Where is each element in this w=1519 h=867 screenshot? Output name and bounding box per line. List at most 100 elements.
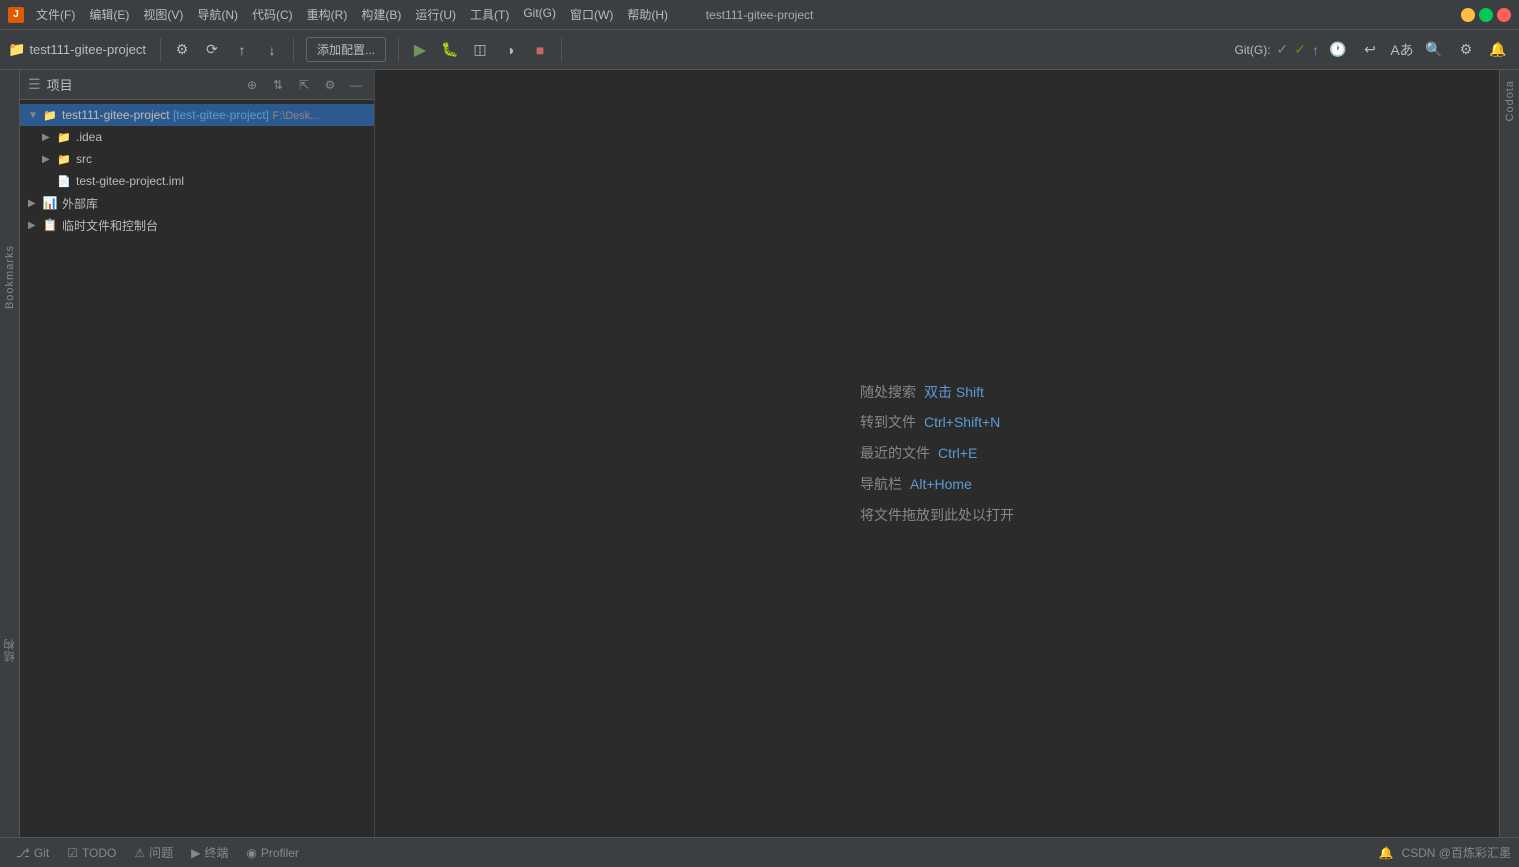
toolbar-separator-3 (398, 38, 399, 62)
toolbar-translate-icon[interactable]: Aあ (1389, 37, 1415, 63)
terminal-tab-label: 终端 (204, 844, 228, 861)
hint-label-recent: 最近的文件 (860, 438, 930, 469)
git-status: Git(G): ✓ ✓ ↑ 🕐 ↩ Aあ 🔍 ⚙ 🔔 (1235, 37, 1511, 63)
scratch-item-name: 临时文件和控制台 (62, 217, 374, 234)
toolbar-up-icon[interactable]: ↑ (229, 37, 255, 63)
profiler-tab-icon: ◉ (246, 846, 256, 860)
bottom-right-info: 🔔 CSDN @百炼彩汇墨 (1379, 844, 1511, 861)
project-panel-title: 项目 (47, 75, 236, 94)
menu-tools[interactable]: 工具(T) (464, 4, 515, 25)
codota-label[interactable]: Codota (1502, 76, 1518, 125)
tree-item-scratch[interactable]: ▶ 📋 临时文件和控制台 (20, 214, 374, 236)
panel-scroll-icon[interactable]: ⇅ (268, 75, 288, 95)
tree-item-idea[interactable]: ▶ 📁 .idea (20, 126, 374, 148)
terminal-tab-icon: ▶ (191, 846, 200, 860)
window-controls: _ □ ✕ (1461, 8, 1511, 22)
panel-add-icon[interactable]: ⊕ (242, 75, 262, 95)
problems-tab-icon: ⚠ (134, 846, 145, 860)
toolbar-sync-icon[interactable]: ⟳ (199, 37, 225, 63)
hint-row-goto: 转到文件 Ctrl+Shift+N (860, 407, 1014, 438)
git-check-icon: ✓ (1277, 41, 1289, 58)
menu-navigate[interactable]: 导航(N) (191, 4, 244, 25)
menu-edit[interactable]: 编辑(E) (83, 4, 135, 25)
toolbar-undo-icon[interactable]: ↩ (1357, 37, 1383, 63)
tree-root-item[interactable]: ▼ 📁 test111-gitee-project [test-gitee-pr… (20, 104, 374, 126)
panel-settings-icon[interactable]: ⚙ (320, 75, 340, 95)
toolbar-search-icon[interactable]: 🔍 (1421, 37, 1447, 63)
tree-item-external-libs[interactable]: ▶ 📊 外部库 (20, 192, 374, 214)
git-check2-icon: ✓ (1294, 41, 1306, 58)
root-folder-icon: 📁 (42, 107, 58, 123)
event-log-icon: 🔔 (1379, 846, 1394, 860)
add-config-button[interactable]: 添加配置... (306, 37, 386, 62)
bookmarks-label[interactable]: Bookmarks (4, 245, 16, 309)
toolbar-run-icon[interactable]: ▶ (407, 37, 433, 63)
toolbar-separator-2 (293, 38, 294, 62)
project-panel: ☰ 项目 ⊕ ⇅ ⇱ ⚙ — ▼ 📁 test111-gitee-project… (20, 70, 375, 837)
structure-label[interactable]: 结构 (2, 638, 18, 662)
minimize-button[interactable]: _ (1461, 8, 1475, 22)
menu-build[interactable]: 构建(B) (355, 4, 407, 25)
toolbar-profiler-icon[interactable]: ◑ (497, 37, 523, 63)
root-arrow-icon: ▼ (28, 110, 42, 121)
right-side-panel: Codota (1499, 70, 1519, 837)
panel-close-icon[interactable]: — (346, 75, 366, 95)
menu-file[interactable]: 文件(F) (30, 4, 81, 25)
git-push-icon: ↑ (1312, 42, 1319, 58)
idea-arrow-icon: ▶ (42, 132, 56, 143)
bottom-bar: ⎇ Git ☑ TODO ⚠ 问题 ▶ 终端 ◉ Profiler 🔔 CSDN… (0, 837, 1519, 867)
hint-key-goto: Ctrl+Shift+N (924, 407, 1000, 438)
toolbar-settings-icon[interactable]: ⚙ (169, 37, 195, 63)
editor-area: 随处搜索 双击 Shift 转到文件 Ctrl+Shift+N 最近的文件 Ct… (375, 70, 1499, 837)
iml-item-name: test-gitee-project.iml (76, 174, 374, 188)
extlibs-arrow-icon: ▶ (28, 198, 42, 209)
hint-label-navbar: 导航栏 (860, 469, 902, 500)
src-folder-icon: 📁 (56, 151, 72, 167)
menu-view[interactable]: 视图(V) (137, 4, 189, 25)
toolbar-coverage-icon[interactable]: ◫ (467, 37, 493, 63)
toolbar-down-icon[interactable]: ↓ (259, 37, 285, 63)
panel-collapse-icon[interactable]: ⇱ (294, 75, 314, 95)
hint-label-goto: 转到文件 (860, 407, 916, 438)
toolbar-notification-icon[interactable]: 🔔 (1485, 37, 1511, 63)
title-bar: J 文件(F) 编辑(E) 视图(V) 导航(N) 代码(C) 重构(R) 构建… (0, 0, 1519, 30)
bottom-tab-todo[interactable]: ☑ TODO (59, 844, 124, 862)
menu-git[interactable]: Git(G) (517, 4, 562, 25)
src-item-name: src (76, 152, 374, 166)
app-icon: J (8, 7, 24, 23)
menu-run[interactable]: 运行(U) (409, 4, 462, 25)
profiler-tab-label: Profiler (261, 846, 299, 860)
menu-refactor[interactable]: 重构(R) (301, 4, 354, 25)
hint-row-drag: 将文件拖放到此处以打开 (860, 500, 1014, 531)
todo-tab-label: TODO (82, 846, 116, 860)
toolbar: 📁 test111-gitee-project ⚙ ⟳ ↑ ↓ 添加配置... … (0, 30, 1519, 70)
hint-row-search: 随处搜索 双击 Shift (860, 377, 1014, 408)
bottom-tab-terminal[interactable]: ▶ 终端 (183, 842, 236, 863)
menu-code[interactable]: 代码(C) (246, 4, 299, 25)
menu-window[interactable]: 窗口(W) (564, 4, 619, 25)
hint-row-navbar: 导航栏 Alt+Home (860, 469, 1014, 500)
bottom-tab-problems[interactable]: ⚠ 问题 (126, 842, 181, 863)
window-title: test111-gitee-project (706, 8, 814, 22)
toolbar-gear-icon[interactable]: ⚙ (1453, 37, 1479, 63)
bottom-tab-git[interactable]: ⎇ Git (8, 844, 57, 862)
left-side-panel: Bookmarks 结构 (0, 70, 20, 837)
toolbar-stop-icon[interactable]: ■ (527, 37, 553, 63)
tree-item-src[interactable]: ▶ 📁 src (20, 148, 374, 170)
tree-item-iml[interactable]: 📄 test-gitee-project.iml (20, 170, 374, 192)
problems-tab-label: 问题 (149, 844, 173, 861)
maximize-button[interactable]: □ (1479, 8, 1493, 22)
project-panel-header: ☰ 项目 ⊕ ⇅ ⇱ ⚙ — (20, 70, 374, 100)
close-button[interactable]: ✕ (1497, 8, 1511, 22)
bottom-tab-profiler[interactable]: ◉ Profiler (238, 844, 307, 862)
hint-row-recent: 最近的文件 Ctrl+E (860, 438, 1014, 469)
toolbar-debug-icon[interactable]: 🐛 (437, 37, 463, 63)
toolbar-clock-icon[interactable]: 🕐 (1325, 37, 1351, 63)
git-tab-label: Git (34, 846, 49, 860)
scratch-icon: 📋 (42, 217, 58, 233)
menu-help[interactable]: 帮助(H) (621, 4, 674, 25)
git-tab-icon: ⎇ (16, 846, 30, 860)
main-layout: Bookmarks 结构 ☰ 项目 ⊕ ⇅ ⇱ ⚙ — ▼ 📁 test111-… (0, 70, 1519, 837)
hint-label-search: 随处搜索 (860, 377, 916, 408)
hint-key-navbar: Alt+Home (910, 469, 972, 500)
